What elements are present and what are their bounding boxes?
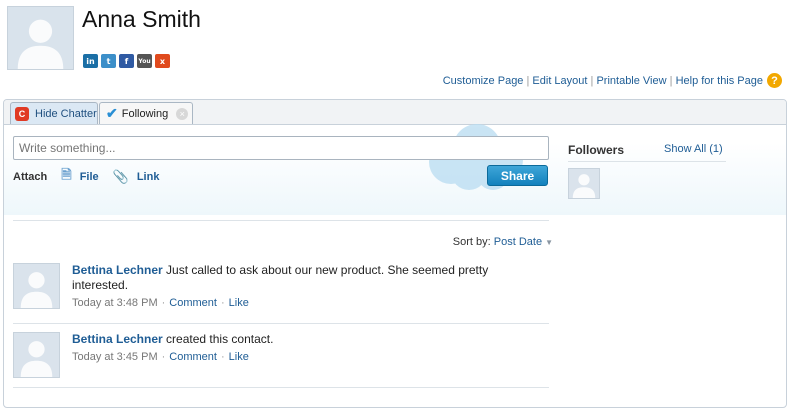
meta-dot: · [220, 351, 225, 363]
feed-divider [13, 387, 549, 388]
feed-body: Bettina Lechner Just called to ask about… [72, 263, 512, 293]
feed-divider [13, 323, 549, 324]
chevron-down-icon: ▼ [545, 238, 553, 247]
tab-following[interactable]: ✔ Following × [99, 102, 193, 124]
edit-layout-link[interactable]: Edit Layout [532, 75, 587, 87]
person-silhouette-icon [20, 272, 53, 308]
sort-label: Sort by: [452, 236, 491, 248]
checkmark-icon: ✔ [106, 105, 118, 121]
attach-file-label: File [79, 171, 99, 183]
attach-link-label: Link [136, 171, 160, 183]
feed-meta: Today at 3:48 PM · Comment · Like [72, 297, 249, 309]
chatter-icon: C [15, 106, 29, 121]
share-button[interactable]: Share [487, 165, 548, 186]
feed-author-link[interactable]: Bettina Lechner [72, 332, 163, 346]
social-links: in t f You x [83, 54, 170, 68]
facebook-icon[interactable]: f [119, 54, 134, 68]
paperclip-icon: 📎 [112, 169, 129, 184]
feed-timestamp: Today at 3:45 PM [72, 351, 158, 363]
tab-hide-chatter[interactable]: C Hide Chatter [10, 102, 98, 124]
profile-name: Anna Smith [82, 6, 201, 32]
link-separator: | [526, 75, 530, 87]
feed-author-link[interactable]: Bettina Lechner [72, 263, 163, 277]
attach-file-link[interactable]: 🗎 File [55, 166, 98, 188]
feed-timestamp: Today at 3:48 PM [72, 297, 158, 309]
post-input[interactable] [13, 136, 549, 160]
tab-hide-chatter-label: Hide Chatter [35, 107, 97, 120]
follower-avatar[interactable] [568, 168, 600, 199]
sort-value: Post Date [493, 236, 543, 248]
help-link[interactable]: Help for this Page [676, 75, 763, 87]
page-links: Customize Page | Edit Layout | Printable… [443, 75, 763, 87]
like-link[interactable]: Like [229, 351, 249, 363]
person-silhouette-icon [572, 174, 596, 198]
link-separator: | [590, 75, 594, 87]
linkedin-icon[interactable]: in [83, 54, 98, 68]
followers-title: Followers [568, 143, 625, 157]
tab-following-label: Following [121, 107, 169, 120]
profile-avatar [7, 6, 74, 70]
feed-avatar[interactable] [13, 263, 60, 309]
followers-show-all-link[interactable]: Show All (1) [664, 143, 723, 155]
close-icon[interactable]: × [176, 107, 189, 120]
meta-dot: · [161, 351, 166, 363]
xing-icon[interactable]: x [155, 54, 170, 68]
feed-text: created this contact. [166, 332, 274, 346]
sort-control: Sort by: Post Date ▼ [453, 236, 553, 248]
comment-link[interactable]: Comment [169, 297, 217, 309]
meta-dot: · [161, 297, 166, 309]
attach-link-link[interactable]: 📎 Link [107, 169, 160, 185]
twitter-icon[interactable]: t [101, 54, 116, 68]
chatter-tabbar: C Hide Chatter ✔ Following × [4, 100, 786, 125]
feed-avatar[interactable] [13, 332, 60, 378]
attach-label: Attach [13, 171, 48, 183]
divider [13, 220, 549, 221]
followers-divider [568, 161, 726, 162]
printable-view-link[interactable]: Printable View [596, 75, 666, 87]
customize-page-link[interactable]: Customize Page [443, 75, 524, 87]
sort-dropdown[interactable]: Post Date ▼ [494, 236, 553, 248]
chatter-panel: C Hide Chatter ✔ Following × Attach 🗎 Fi… [3, 99, 787, 408]
attach-row: Attach 🗎 File 📎 Link [13, 166, 159, 188]
feed-body: Bettina Lechner created this contact. [72, 332, 512, 347]
youtube-icon[interactable]: You [137, 54, 152, 68]
file-icon: 🗎 [61, 167, 72, 182]
link-separator: | [669, 75, 673, 87]
help-icon[interactable]: ? [767, 73, 782, 88]
person-silhouette-icon [20, 341, 53, 377]
meta-dot: · [220, 297, 225, 309]
like-link[interactable]: Like [229, 297, 249, 309]
person-silhouette-icon [17, 19, 64, 69]
comment-link[interactable]: Comment [169, 351, 217, 363]
feed-meta: Today at 3:45 PM · Comment · Like [72, 351, 249, 363]
